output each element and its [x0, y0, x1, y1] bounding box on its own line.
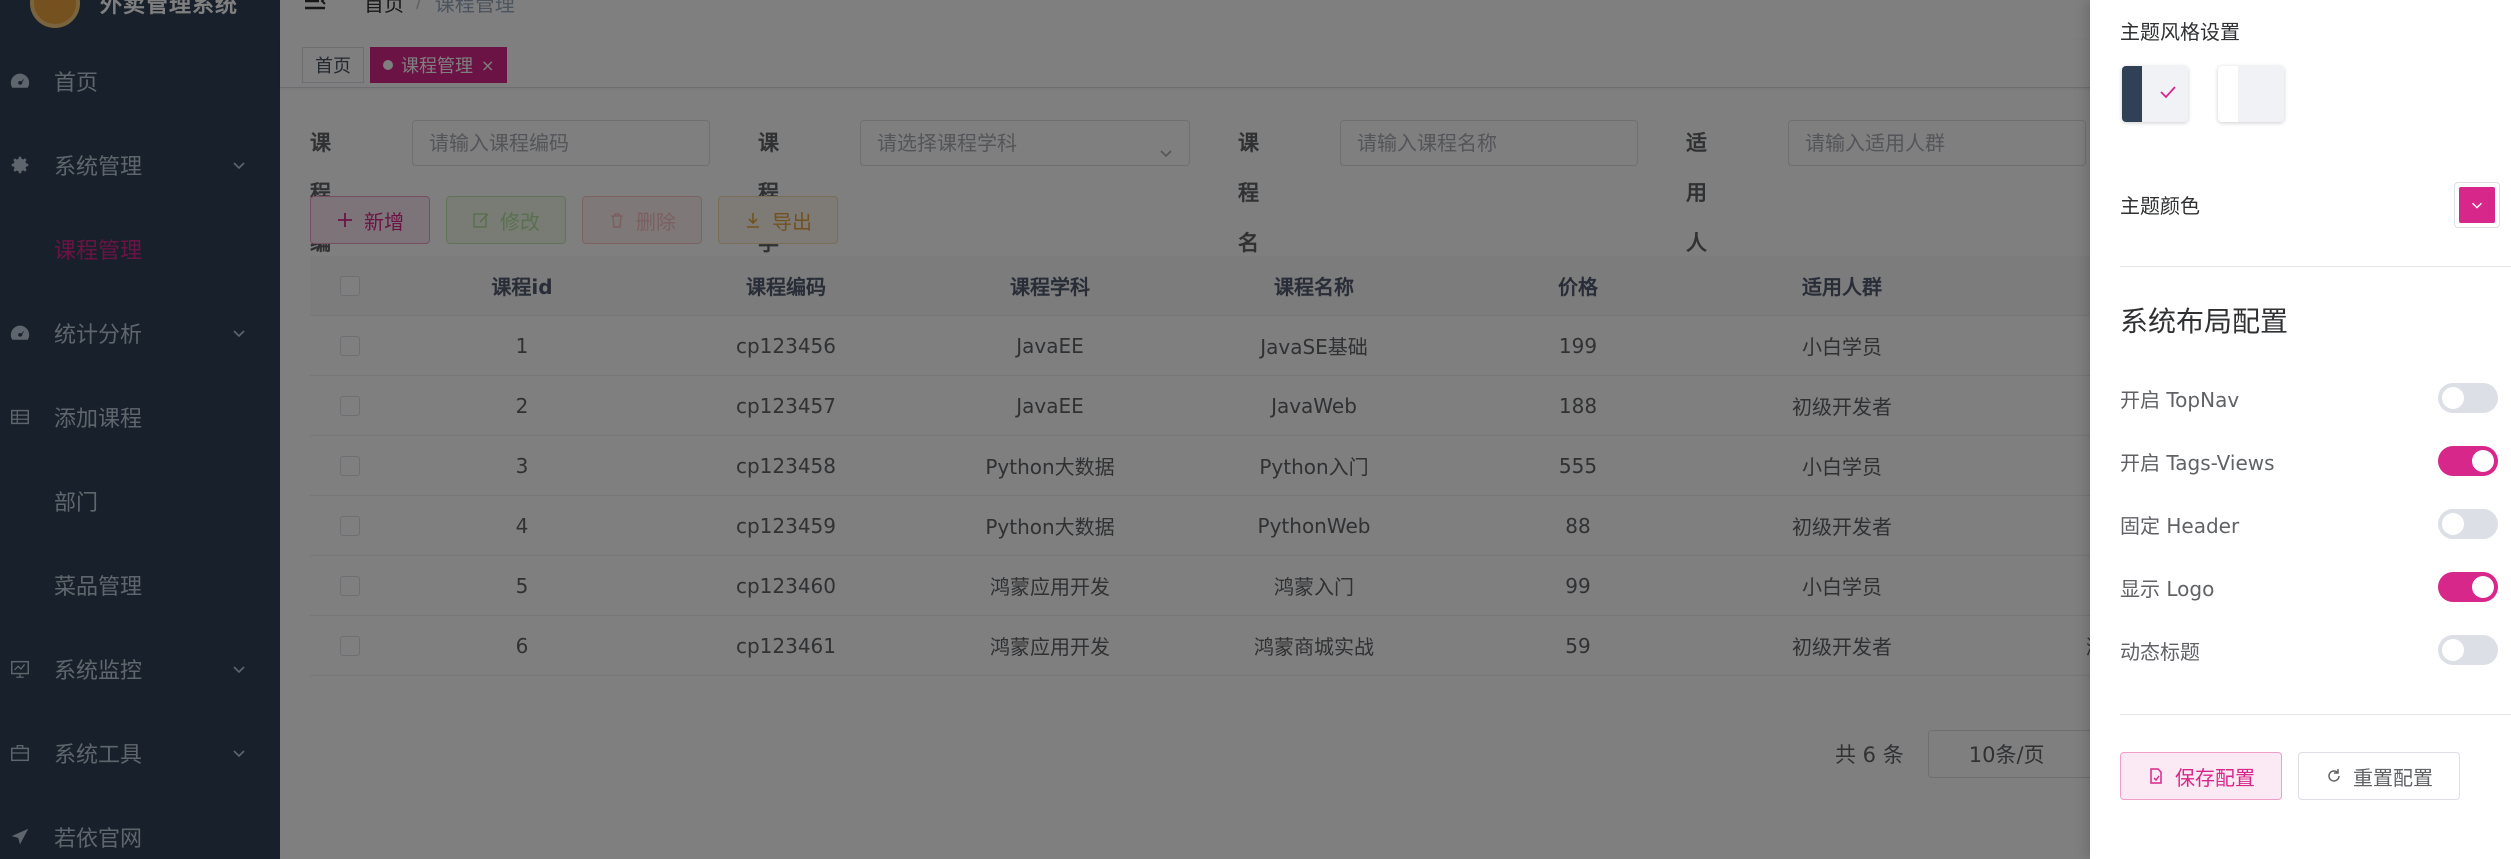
refresh-icon: [2328, 769, 2340, 782]
divider: [2120, 714, 2511, 715]
switch-knob: [2442, 513, 2464, 535]
show-logo-switch[interactable]: [2438, 572, 2498, 602]
divider: [2120, 266, 2511, 267]
option-label: 固定 Header: [2120, 513, 2240, 538]
theme-color-picker[interactable]: [2454, 182, 2500, 228]
save-config-button[interactable]: 保存配置: [2120, 752, 2282, 800]
option-show-logo: 显示 Logo: [2120, 567, 2498, 607]
switch-knob: [2472, 576, 2494, 598]
drawer-overlay[interactable]: [0, 0, 2090, 859]
topnav-switch[interactable]: [2438, 383, 2498, 413]
option-topnav: 开启 TopNav: [2120, 378, 2498, 418]
theme-light-option[interactable]: [2218, 66, 2284, 122]
settings-drawer: 主题风格设置 主题颜色 系统布局配置 开启 TopNav 开启 Tags-Vie…: [2090, 0, 2511, 859]
color-swatch: [2459, 187, 2495, 223]
fixed-header-switch[interactable]: [2438, 509, 2498, 539]
theme-color-label: 主题颜色: [2120, 194, 2200, 218]
chevron-down-icon: [2472, 202, 2482, 209]
option-fixed-header: 固定 Header: [2120, 504, 2498, 544]
option-label: 开启 TopNav: [2120, 387, 2240, 412]
document-icon: [2150, 768, 2162, 784]
save-config-label: 保存配置: [2175, 765, 2255, 790]
reset-config-button[interactable]: 重置配置: [2298, 752, 2460, 800]
switch-knob: [2442, 387, 2464, 409]
layout-config-title: 系统布局配置: [2120, 305, 2289, 338]
check-icon: [2156, 80, 2180, 104]
option-label: 动态标题: [2120, 639, 2200, 664]
option-tags-views: 开启 Tags-Views: [2120, 441, 2498, 481]
theme-style-title: 主题风格设置: [2120, 20, 2240, 44]
option-label: 开启 Tags-Views: [2120, 450, 2275, 475]
theme-dark-option[interactable]: [2122, 66, 2188, 122]
switch-knob: [2472, 450, 2494, 472]
dynamic-title-switch[interactable]: [2438, 635, 2498, 665]
option-dynamic-title: 动态标题: [2120, 630, 2498, 670]
switch-knob: [2442, 639, 2464, 661]
tags-views-switch[interactable]: [2438, 446, 2498, 476]
theme-dark-sidebar: [2122, 66, 2142, 122]
option-label: 显示 Logo: [2120, 576, 2215, 601]
theme-light-sidebar: [2218, 66, 2238, 122]
reset-config-label: 重置配置: [2353, 765, 2433, 790]
